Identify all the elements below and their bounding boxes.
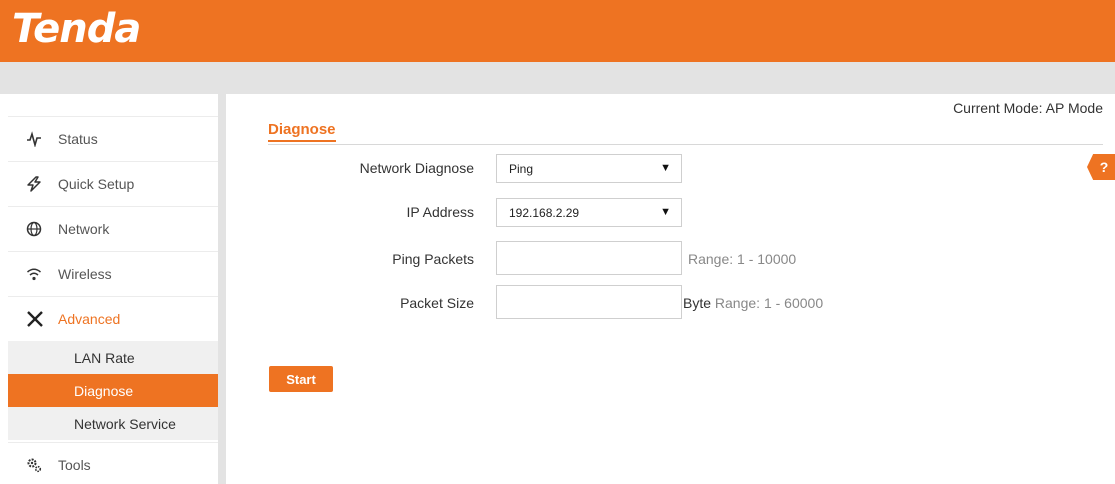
tools-icon	[8, 310, 58, 328]
sidebar-item-advanced[interactable]: Advanced	[8, 296, 218, 341]
sidebar-subitem-lan-rate[interactable]: LAN Rate	[8, 341, 218, 374]
tenda-logo: Tenda	[12, 6, 141, 52]
sidebar: Status Quick Setup Network Wireless Adva…	[8, 94, 218, 484]
pulse-icon	[8, 131, 58, 147]
lightning-icon	[8, 176, 58, 192]
page-title: Diagnose	[268, 121, 336, 142]
sidebar-item-status[interactable]: Status	[8, 116, 218, 161]
dropdown-arrow-icon: ▼	[660, 162, 671, 174]
sidebar-item-label: Wireless	[58, 266, 112, 282]
main-content: Current Mode: AP Mode Diagnose ? Network…	[226, 94, 1115, 484]
packet-size-hint: Byte Range: 1 - 60000	[683, 295, 823, 311]
sidebar-item-label: Tools	[58, 457, 91, 473]
current-mode: Current Mode: AP Mode	[953, 100, 1103, 116]
header-subbar	[0, 62, 1115, 94]
start-button[interactable]: Start	[269, 366, 333, 392]
sidebar-item-label: Network	[58, 221, 110, 237]
sidebar-item-label: Advanced	[58, 311, 121, 327]
sidebar-item-quick-setup[interactable]: Quick Setup	[8, 161, 218, 206]
title-divider	[268, 144, 1103, 145]
packet-size-label: Packet Size	[400, 295, 474, 311]
help-button[interactable]: ?	[1087, 154, 1115, 180]
dropdown-arrow-icon: ▼	[660, 206, 671, 218]
sidebar-item-tools[interactable]: Tools	[8, 442, 218, 484]
sidebar-item-wireless[interactable]: Wireless	[8, 251, 218, 296]
sidebar-divider	[218, 94, 226, 484]
wifi-icon	[8, 266, 58, 282]
help-icon: ?	[1099, 159, 1109, 175]
sidebar-subitem-diagnose[interactable]: Diagnose	[8, 374, 218, 407]
packet-size-input[interactable]	[496, 285, 682, 319]
ip-address-value: 192.168.2.29	[509, 205, 580, 220]
packet-size-range-hint: Range: 1 - 60000	[714, 295, 824, 311]
top-header: Tenda	[0, 0, 1115, 62]
ping-packets-input[interactable]	[496, 241, 682, 275]
globe-icon	[8, 221, 58, 237]
sidebar-item-network[interactable]: Network	[8, 206, 218, 251]
ping-packets-range-hint: Range: 1 - 10000	[688, 251, 797, 267]
packet-size-unit: Byte	[683, 295, 712, 311]
sidebar-subitem-network-service[interactable]: Network Service	[8, 407, 218, 440]
gears-icon	[8, 457, 58, 473]
ip-address-label: IP Address	[406, 204, 474, 220]
ping-packets-label: Ping Packets	[392, 251, 474, 267]
sidebar-item-label: Quick Setup	[58, 176, 135, 192]
network-diagnose-label: Network Diagnose	[359, 160, 474, 176]
network-diagnose-select[interactable]: Ping ▼	[496, 154, 682, 183]
network-diagnose-value: Ping	[509, 161, 534, 176]
sidebar-item-label: Status	[58, 131, 98, 147]
ip-address-select[interactable]: 192.168.2.29 ▼	[496, 198, 682, 227]
